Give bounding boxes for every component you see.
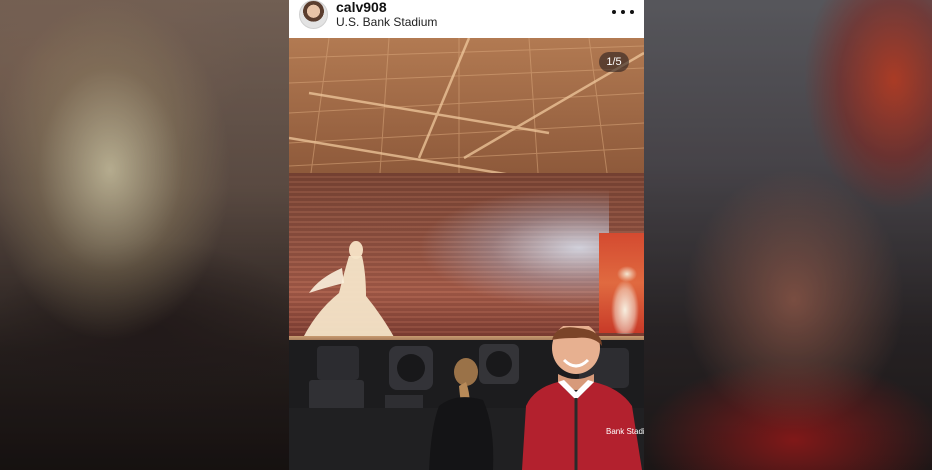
shirt-logo: Bank Stadium [606, 427, 644, 436]
screen-performer [611, 266, 639, 334]
blurred-background-left [0, 0, 289, 470]
performer-figure [299, 241, 399, 346]
media-counter: 1/5 [599, 52, 629, 72]
video-frame: calv908 U.S. Bank Stadium Bank Stadi 1/5 [0, 0, 932, 470]
more-options-icon[interactable] [612, 4, 634, 20]
spotlight-beam [369, 188, 609, 328]
post-username[interactable]: calv908 [336, 0, 387, 15]
blurred-background-right [644, 0, 932, 470]
post-header: calv908 U.S. Bank Stadium [289, 0, 644, 38]
instagram-post: calv908 U.S. Bank Stadium Bank Stadi 1/5 [289, 0, 644, 470]
post-photo[interactable]: Bank Stadium 1/5 [289, 38, 644, 470]
post-location[interactable]: U.S. Bank Stadium [336, 15, 437, 29]
person-staff-member: Bank Stadium [522, 326, 644, 470]
person-back-view [429, 358, 494, 470]
avatar[interactable] [299, 0, 328, 29]
stadium-roof-truss [289, 38, 644, 188]
